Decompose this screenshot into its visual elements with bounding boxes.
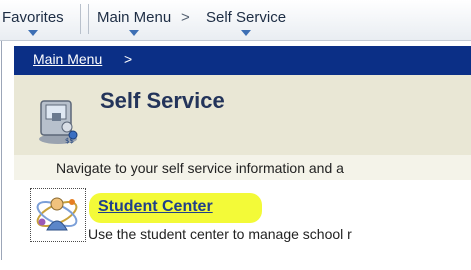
menu-favorites[interactable]: Favorites bbox=[2, 9, 64, 36]
page-header bbox=[14, 75, 471, 155]
chevron-down-icon bbox=[27, 30, 38, 36]
menu-main-menu-label: Main Menu bbox=[97, 9, 172, 26]
left-border-line bbox=[1, 40, 2, 260]
menu-separator bbox=[88, 4, 89, 34]
menu-path-separator: > bbox=[181, 9, 190, 26]
chevron-down-icon bbox=[129, 30, 140, 36]
menu-self-service-label: Self Service bbox=[206, 9, 287, 26]
menu-self-service[interactable]: Self Service bbox=[206, 9, 287, 36]
menu-favorites-label: Favorites bbox=[2, 9, 64, 26]
menu-main-menu[interactable]: Main Menu bbox=[97, 9, 172, 36]
page-title: Self Service bbox=[100, 88, 225, 113]
chevron-down-icon bbox=[241, 30, 252, 36]
breadcrumb-separator: > bbox=[124, 51, 133, 67]
page-description: Navigate to your self service informatio… bbox=[56, 160, 344, 176]
student-center-description: Use the student center to manage school … bbox=[88, 226, 352, 242]
svg-text:$$: $$ bbox=[65, 137, 74, 145]
top-menu-bar: Favorites Main Menu > Self Service bbox=[0, 0, 471, 41]
breadcrumb: Main Menu > bbox=[14, 46, 471, 75]
menu-separator bbox=[80, 4, 81, 34]
student-center-icon[interactable] bbox=[34, 192, 80, 237]
student-center-link[interactable]: Student Center bbox=[98, 198, 213, 216]
self-service-computer-icon: $$ bbox=[39, 100, 78, 145]
breadcrumb-main-menu-link[interactable]: Main Menu bbox=[33, 51, 102, 67]
